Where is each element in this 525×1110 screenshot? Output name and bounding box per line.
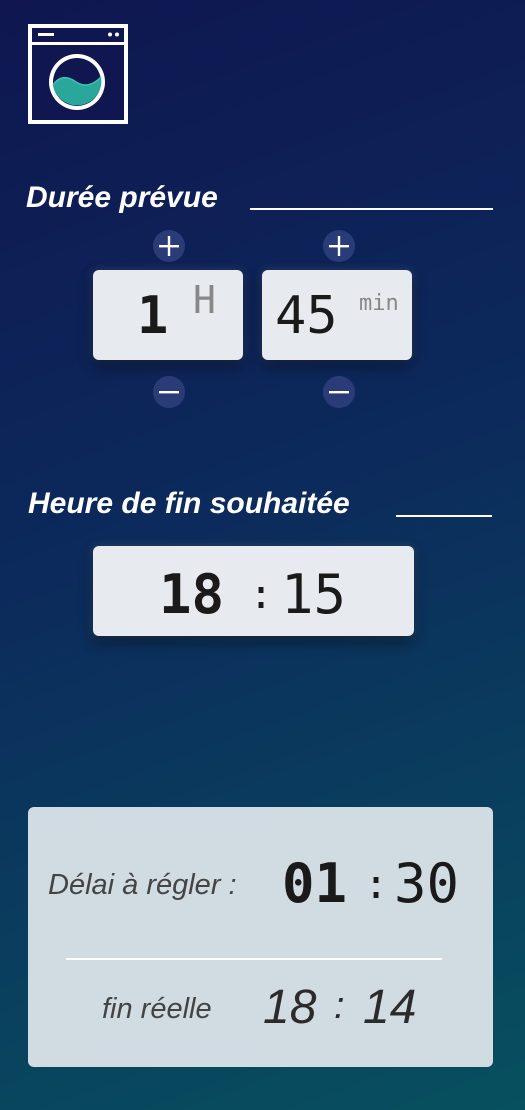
hours-unit: H [193,278,216,322]
result-panel: Délai à régler : 01 : 30 fin réelle 18 :… [28,807,493,1067]
minutes-display[interactable]: 45 min [262,270,412,360]
duration-title-rule [250,208,493,210]
minutes-value: 45 [275,286,338,346]
minutes-increment-button[interactable] [323,230,355,262]
result-divider [66,958,442,960]
end-time-hours: 18 [159,563,225,626]
end-time-title: Heure de fin souhaitée [28,487,350,520]
washing-machine-icon [26,22,130,126]
minus-icon [159,391,179,394]
actual-end-separator: : [334,985,345,1027]
end-time-minutes: 15 [281,563,347,626]
end-time-separator: : [249,572,274,618]
plus-icon [159,236,179,256]
delay-hours: 01 [282,852,348,915]
end-time-title-rule [396,515,492,517]
plus-icon [329,236,349,256]
hours-increment-button[interactable] [153,230,185,262]
delay-minutes: 30 [394,852,460,915]
hours-value: 1 [137,286,169,346]
actual-end-label: fin réelle [102,993,212,1025]
minutes-unit: min [359,291,399,316]
minus-icon [329,391,349,394]
duration-title: Durée prévue [26,181,218,214]
hours-display[interactable]: 1 H [93,270,243,360]
delay-label: Délai à régler : [48,869,237,901]
end-time-display[interactable]: 18 : 15 [93,546,414,636]
actual-end-hours: 18 [263,981,317,1034]
minutes-decrement-button[interactable] [323,376,355,408]
delay-separator: : [364,862,389,908]
hours-decrement-button[interactable] [153,376,185,408]
actual-end-minutes: 14 [363,981,417,1034]
